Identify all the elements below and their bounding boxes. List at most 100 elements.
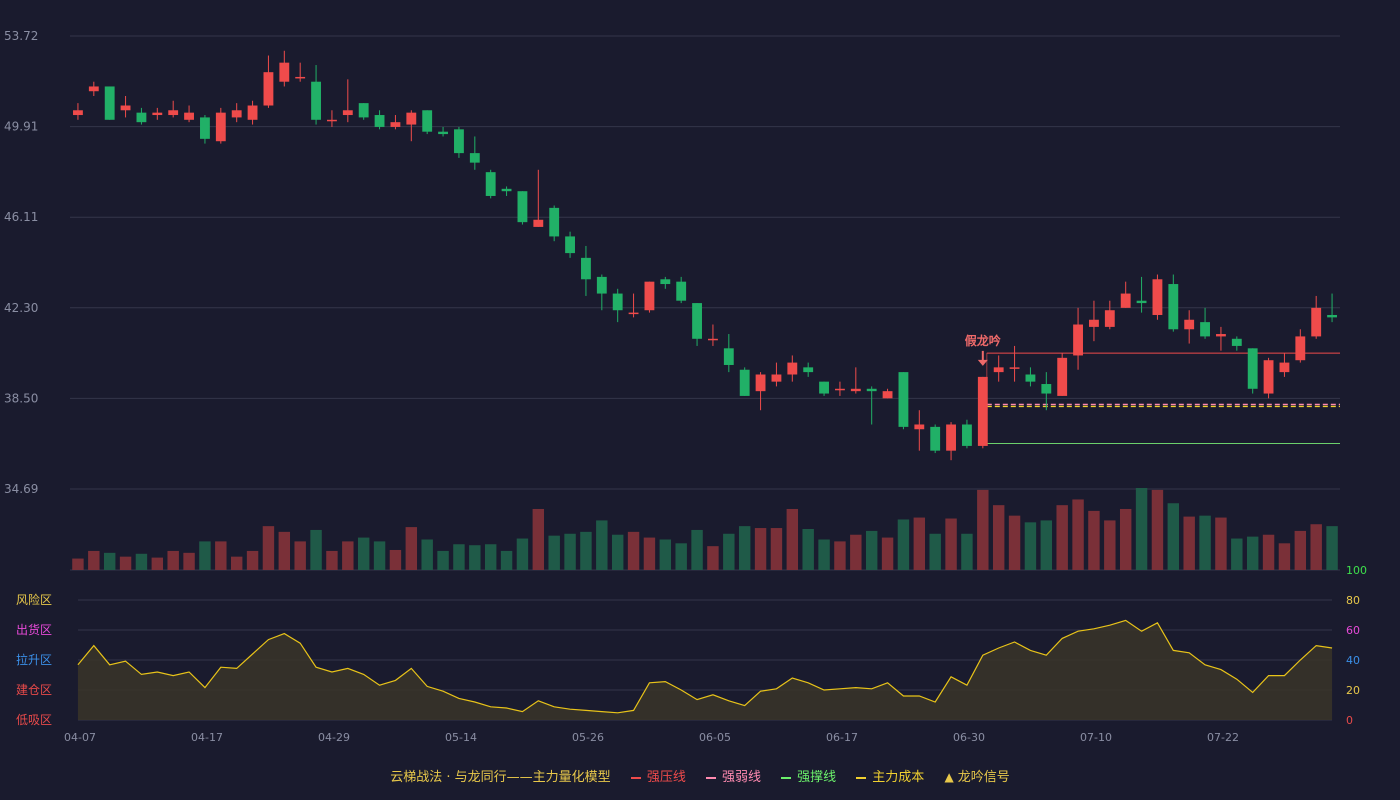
legend-label: 强压线 bbox=[646, 770, 686, 785]
price-tick-label: 38.50 bbox=[4, 391, 38, 405]
volume-bar bbox=[961, 533, 973, 570]
candle-body bbox=[819, 381, 829, 394]
volume-bar bbox=[1231, 538, 1243, 570]
volume-bar bbox=[88, 550, 100, 570]
candle-body bbox=[930, 426, 941, 451]
volume-bar bbox=[1119, 508, 1132, 570]
candle-body bbox=[1327, 314, 1337, 318]
candle-body bbox=[215, 112, 226, 142]
candle-body bbox=[628, 312, 639, 315]
candle-body bbox=[1247, 348, 1258, 389]
volume-bar bbox=[373, 541, 386, 570]
price-tick-label: 53.72 bbox=[4, 29, 38, 43]
date-tick-label: 06-30 bbox=[953, 731, 985, 744]
legend-item-strength: 强弱线 bbox=[705, 766, 761, 785]
volume-bar bbox=[421, 539, 433, 570]
osc-tick-label: 0 bbox=[1346, 714, 1353, 727]
candle-body bbox=[247, 105, 258, 120]
osc-tick-label: 100 bbox=[1346, 564, 1367, 577]
date-tick-label: 05-26 bbox=[572, 731, 604, 744]
volume-bar bbox=[1167, 503, 1180, 570]
price-tick-label: 46.11 bbox=[4, 210, 38, 224]
volume-bar bbox=[1199, 515, 1211, 570]
price-tick-label: 42.30 bbox=[4, 301, 38, 315]
candle-body bbox=[231, 110, 242, 118]
oscillator-area bbox=[77, 620, 1333, 720]
candle-body bbox=[358, 103, 369, 118]
legend-item-pressure: 强压线 bbox=[630, 766, 686, 785]
volume-bar bbox=[865, 530, 878, 570]
volume-bar bbox=[834, 541, 846, 570]
chart-stage: 53.72 49.91 46.11 42.30 38.50 34.69 100 80 60 40 2… bbox=[0, 0, 1400, 800]
volume-bar bbox=[1008, 515, 1021, 570]
candle-body bbox=[390, 122, 401, 127]
volume-bar bbox=[659, 539, 672, 570]
candle-body bbox=[708, 338, 718, 341]
volume-bar bbox=[135, 553, 148, 570]
volume-bar bbox=[627, 531, 640, 570]
candle-body bbox=[1089, 319, 1099, 327]
candle-body bbox=[1200, 322, 1210, 337]
candle-body bbox=[596, 276, 607, 294]
candle-body bbox=[406, 112, 417, 125]
zone-label: 拉升区 bbox=[16, 652, 52, 667]
volume-bar bbox=[183, 552, 195, 570]
candle-body bbox=[136, 112, 147, 123]
candle-body bbox=[835, 388, 845, 391]
legend-label: 强弱线 bbox=[721, 770, 761, 785]
candle-body bbox=[962, 424, 972, 446]
volume-bar bbox=[72, 558, 84, 570]
zone-label: 建仓区 bbox=[16, 683, 52, 697]
date-tick-label: 04-29 bbox=[318, 731, 350, 744]
price-tick-label: 49.91 bbox=[4, 120, 38, 134]
volume-bar bbox=[1072, 499, 1084, 570]
volume-bar bbox=[1326, 526, 1338, 570]
volume-bar bbox=[167, 550, 179, 570]
candle-body bbox=[168, 110, 179, 116]
date-tick-label: 07-22 bbox=[1207, 731, 1239, 744]
candle-body bbox=[1295, 336, 1306, 361]
volume-bar bbox=[643, 537, 656, 570]
candle-body bbox=[565, 236, 575, 254]
volume-bar bbox=[723, 533, 735, 570]
candle-body bbox=[898, 372, 909, 427]
candle-body bbox=[644, 281, 655, 311]
legend-item-cost: 主力成本 bbox=[856, 766, 924, 785]
volume-bar bbox=[1262, 534, 1275, 570]
candle-body bbox=[342, 110, 353, 116]
volume-bar bbox=[802, 529, 814, 570]
candle-body bbox=[73, 110, 83, 116]
legend-label: 主力成本 bbox=[872, 770, 925, 785]
candle-body bbox=[977, 376, 988, 446]
candle-body bbox=[88, 86, 99, 92]
candle-body bbox=[866, 388, 877, 392]
candle-body bbox=[993, 367, 1004, 373]
volume-bar bbox=[786, 508, 799, 570]
candle-body bbox=[327, 119, 337, 122]
volume-bar bbox=[357, 537, 370, 570]
candle-body bbox=[279, 62, 290, 82]
candle-body bbox=[1041, 384, 1052, 394]
candle-body bbox=[152, 112, 163, 116]
legend-swatch bbox=[705, 776, 716, 779]
triangle-up-icon: ▲ bbox=[944, 770, 954, 784]
volume-bar bbox=[215, 541, 227, 570]
volume-bar bbox=[405, 527, 418, 570]
candle-body bbox=[1025, 374, 1036, 382]
candle-body bbox=[755, 374, 766, 392]
zone-label: 低吸区 bbox=[16, 713, 52, 727]
date-tick-label: 06-05 bbox=[699, 731, 731, 744]
date-tick-label: 04-17 bbox=[191, 731, 223, 744]
legend-title: 云梯战法 · 与龙同行——主力量化模型 bbox=[390, 770, 611, 785]
candle-body bbox=[422, 110, 433, 132]
candle-body bbox=[1009, 367, 1020, 369]
volume-bar bbox=[1246, 536, 1259, 570]
legend-swatch bbox=[856, 776, 867, 779]
date-tick-label: 07-10 bbox=[1080, 731, 1112, 744]
volume-bar bbox=[1151, 489, 1164, 570]
candlestick-chart: 53.72 49.91 46.11 42.30 38.50 34.69 100 80 60 40 2… bbox=[4, 29, 1367, 744]
candle-body bbox=[120, 105, 131, 111]
candle-body bbox=[1120, 293, 1131, 308]
candle-body bbox=[1184, 319, 1195, 330]
candle-body bbox=[1152, 279, 1163, 315]
